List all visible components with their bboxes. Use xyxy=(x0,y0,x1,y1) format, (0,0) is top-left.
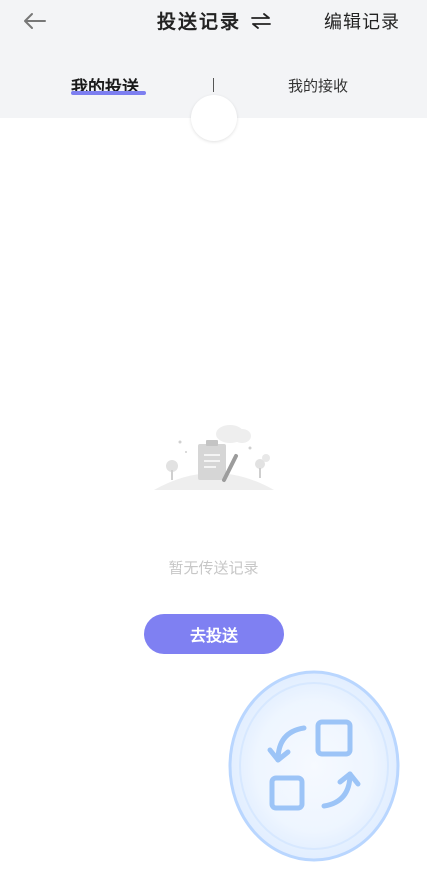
empty-document-illustration xyxy=(150,420,278,496)
pull-indicator xyxy=(191,95,237,141)
page-title-group[interactable]: 投送记录 xyxy=(157,7,273,34)
go-send-button[interactable]: 去投送 xyxy=(144,614,284,654)
edit-records-button[interactable]: 编辑记录 xyxy=(324,8,400,34)
transfer-swap-icon[interactable] xyxy=(226,668,402,864)
back-arrow-icon[interactable] xyxy=(18,6,50,36)
tab-my-received[interactable]: 我的接收 xyxy=(288,75,348,96)
tab-divider xyxy=(213,78,214,92)
tab-active-indicator xyxy=(71,91,146,95)
swap-arrows-icon[interactable] xyxy=(249,9,273,33)
empty-state-message: 暂无传送记录 xyxy=(168,559,259,577)
page-title: 投送记录 xyxy=(157,11,242,33)
